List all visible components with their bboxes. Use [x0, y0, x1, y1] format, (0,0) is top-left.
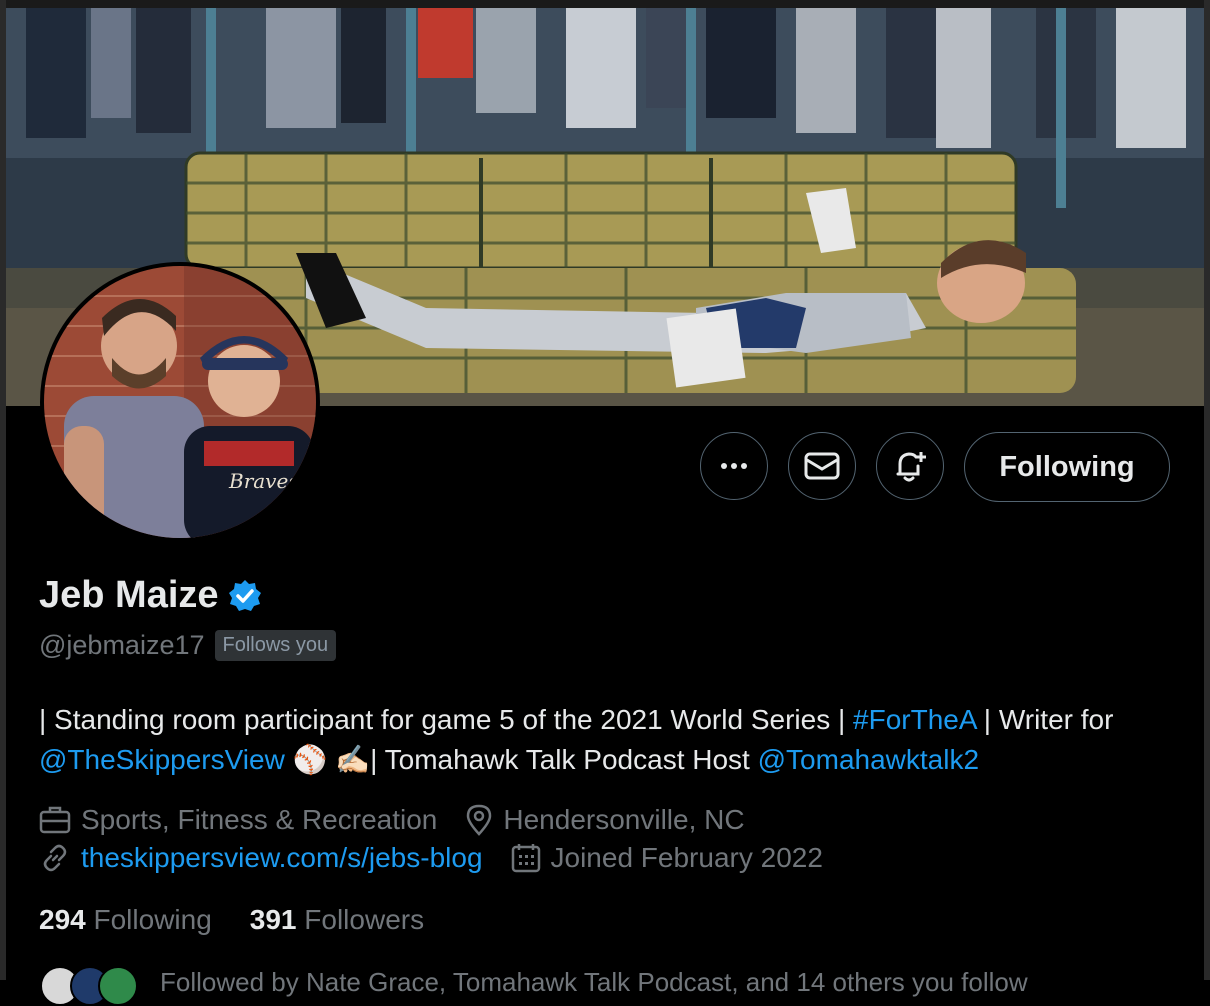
followers-label: Followers: [304, 904, 425, 935]
avatar: [98, 966, 138, 1006]
followed-by-row[interactable]: Followed by Nate Grace, Tomahawk Talk Po…: [40, 962, 1028, 1006]
hashtag-link[interactable]: #ForTheA: [853, 704, 976, 735]
svg-text:Braves: Braves: [228, 469, 299, 493]
notifications-button[interactable]: [876, 432, 944, 500]
calendar-icon: [511, 844, 540, 873]
bio-text: ⚾️ ✍🏻| Tomahawk Talk Podcast Host: [284, 744, 758, 775]
follow-stats: 294 Following 391 Followers: [39, 904, 424, 936]
mail-icon: [804, 452, 840, 480]
joined-date: Joined February 2022: [550, 842, 823, 873]
followers-stat-link[interactable]: 391 Followers: [250, 904, 424, 936]
handle: @jebmaize17: [39, 630, 205, 660]
website-item: theskippersview.com/s/jebs-blog: [39, 842, 483, 874]
window-frame-top: [0, 0, 1210, 8]
following-count: 294: [39, 904, 86, 935]
location-pin-icon: [467, 804, 492, 836]
message-button[interactable]: [788, 432, 856, 500]
handle-row: @jebmaize17 Follows you: [39, 630, 337, 661]
follows-you-badge: Follows you: [214, 630, 337, 661]
bell-plus-icon: [896, 452, 926, 482]
bio-text: | Writer for: [975, 704, 1114, 735]
profile-avatar[interactable]: Braves: [40, 262, 320, 542]
window-frame-right: [1204, 0, 1210, 980]
following-button[interactable]: Following: [964, 432, 1170, 502]
profile-meta-row: theskippersview.com/s/jebs-blog Joined F…: [39, 842, 851, 874]
more-horizontal-icon: [721, 463, 747, 469]
website-link[interactable]: theskippersview.com/s/jebs-blog: [81, 842, 483, 874]
profile-bio: | Standing room participant for game 5 o…: [39, 700, 1189, 780]
display-name: Jeb Maize: [39, 574, 219, 616]
display-name-row: Jeb Maize: [39, 574, 263, 617]
mention-link-tomahawktalk2[interactable]: @Tomahawktalk2: [758, 744, 979, 775]
following-label: Following: [93, 904, 212, 935]
followed-by-text: Followed by Nate Grace, Tomahawk Talk Po…: [160, 966, 1028, 997]
category-text: Sports, Fitness & Recreation: [81, 804, 438, 835]
more-options-button[interactable]: [700, 432, 768, 500]
follower-avatars: [40, 962, 138, 1006]
joined-item: Joined February 2022: [511, 842, 823, 874]
location-item: Hendersonville, NC: [465, 804, 745, 836]
profile-meta-row: Sports, Fitness & Recreation Hendersonvi…: [39, 804, 773, 836]
location-text: Hendersonville, NC: [503, 804, 745, 835]
bio-text: | Standing room participant for game 5 o…: [39, 704, 854, 735]
following-stat-link[interactable]: 294 Following: [39, 904, 212, 936]
followers-count: 391: [249, 904, 297, 935]
category-item: Sports, Fitness & Recreation: [39, 804, 437, 836]
verified-badge-icon[interactable]: [227, 578, 263, 614]
link-icon: [43, 844, 67, 872]
briefcase-icon: [39, 806, 71, 834]
mention-link-theskippersview[interactable]: @TheSkippersView: [39, 744, 285, 775]
